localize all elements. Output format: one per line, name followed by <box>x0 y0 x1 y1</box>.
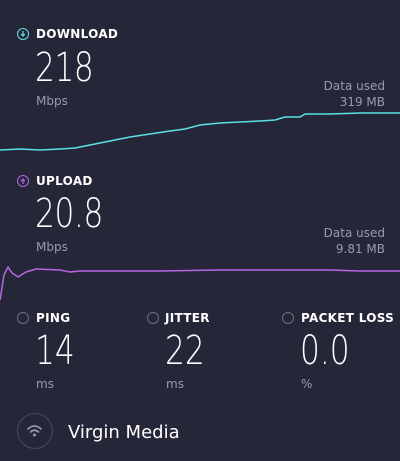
jitter-value: 22 <box>165 328 205 374</box>
download-label: DOWNLOAD <box>36 27 119 41</box>
upload-speed-graph <box>0 265 400 301</box>
upload-icon <box>17 175 29 187</box>
ping-unit: ms <box>36 377 54 391</box>
download-speed: 218 <box>35 45 94 91</box>
download-speed-graph <box>0 112 400 151</box>
jitter-unit: ms <box>166 377 184 391</box>
packet-loss-unit: % <box>301 377 313 391</box>
jitter-label: JITTER <box>165 311 210 325</box>
jitter-icon <box>147 312 159 324</box>
upload-speed: 20.8 <box>35 191 103 237</box>
packet-loss-icon <box>282 312 294 324</box>
provider-name: Virgin Media <box>68 422 180 443</box>
ping-label: PING <box>36 311 71 325</box>
upload-label: UPLOAD <box>36 174 93 188</box>
upload-data-used-label: Data used <box>323 226 385 240</box>
download-icon <box>17 28 29 40</box>
upload-data-used-value: 9.81 MB <box>335 242 385 256</box>
packet-loss-label: PACKET LOSS <box>301 311 395 325</box>
packet-loss-value: 0.0 <box>300 328 350 374</box>
download-data-used-label: Data used <box>323 79 385 93</box>
ping-value: 14 <box>35 328 75 374</box>
ping-icon <box>17 312 29 324</box>
upload-unit: Mbps <box>36 240 68 254</box>
wifi-icon <box>17 413 53 449</box>
